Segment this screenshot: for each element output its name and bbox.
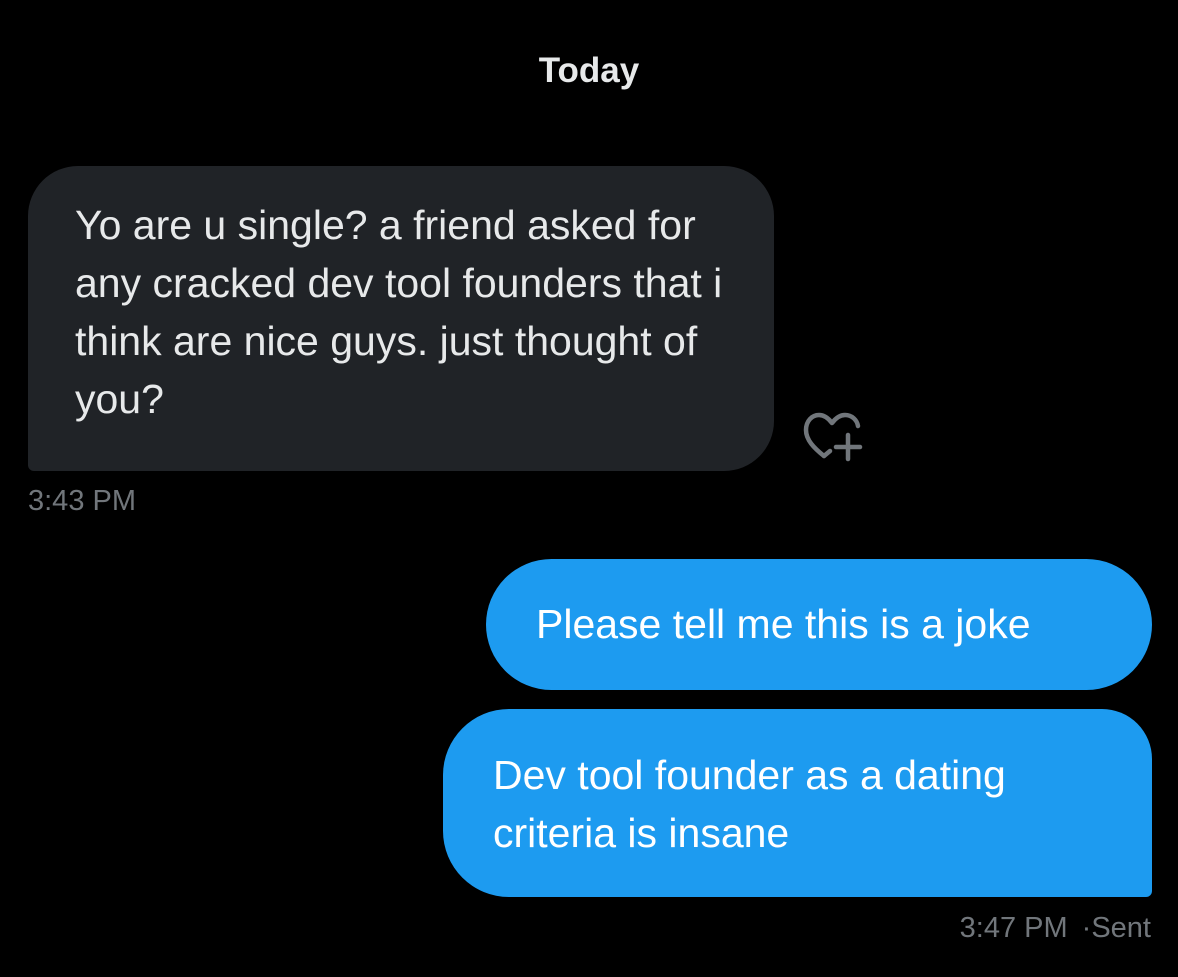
message-text: Please tell me this is a joke [536, 601, 1031, 647]
heart-plus-icon-graphic [803, 412, 863, 462]
message-text: Yo are u single? a friend asked for any … [75, 202, 723, 422]
separator-dot: · [1081, 912, 1092, 944]
outgoing-message-bubble[interactable]: Dev tool founder as a dating criteria is… [443, 709, 1152, 897]
incoming-message-bubble[interactable]: Yo are u single? a friend asked for any … [28, 166, 774, 471]
message-meta: 3:47 PM ·Sent [960, 911, 1151, 945]
message-timestamp: 3:43 PM [28, 485, 136, 517]
message-timestamp: 3:47 PM [959, 912, 1068, 944]
outgoing-message-bubble[interactable]: Please tell me this is a joke [486, 559, 1152, 690]
date-divider: Today [538, 51, 640, 90]
message-text: Dev tool founder as a dating criteria is… [493, 752, 1006, 856]
delivery-status: Sent [1091, 912, 1151, 944]
heart-plus-icon[interactable] [800, 406, 868, 466]
